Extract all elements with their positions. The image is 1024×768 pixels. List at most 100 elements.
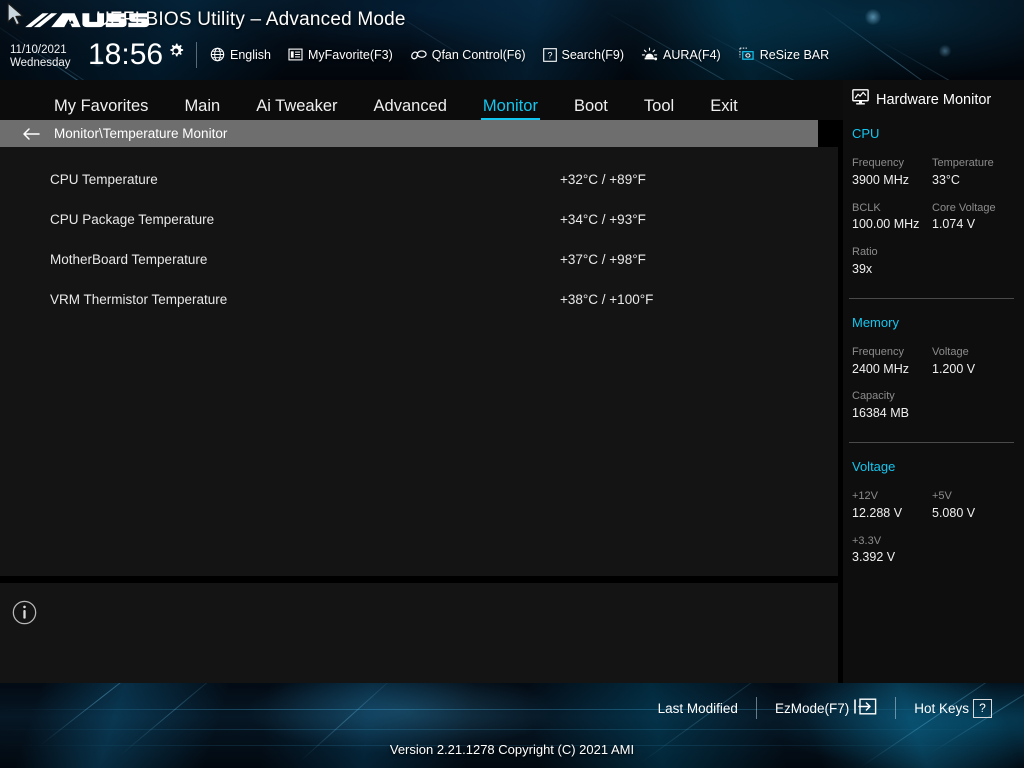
setting-value: +34°C / +93°F [560, 211, 646, 227]
aura-button[interactable]: AURA(F4) [641, 47, 721, 62]
hw-field: +12V 12.288 V [852, 489, 932, 523]
hw-field-value: 33°C [932, 172, 960, 187]
content-panel: CPU Temperature +32°C / +89°F CPU Package … [0, 147, 838, 576]
hw-field: BCLK 100.00 MHz [852, 201, 932, 235]
setting-label: MotherBoard Temperature [50, 251, 208, 267]
tab-exit[interactable]: Exit [692, 97, 756, 121]
last-modified-button[interactable]: Last Modified [640, 701, 756, 716]
hw-field-value: 12.288 V [852, 505, 903, 520]
myfavorite-label: MyFavorite(F3) [308, 47, 393, 62]
version-text: Version 2.21.1278 Copyright (C) 2021 AMI [389, 742, 635, 757]
setting-label: CPU Temperature [50, 171, 158, 187]
hw-field-key: Frequency [852, 345, 904, 358]
hw-section: Voltage +12V 12.288 V +5V 5.080 V +3.3V 3.392 … [843, 459, 1024, 567]
tab-tool[interactable]: Tool [626, 97, 692, 121]
hw-field-key: +5V [932, 489, 952, 502]
date-text: 11/10/2021 [10, 44, 67, 56]
resize-bar-label: ReSize BAR [759, 47, 830, 62]
resize-bar-icon [738, 47, 755, 62]
hw-field: Frequency 2400 MHz [852, 345, 932, 379]
hw-field: Capacity 16384 MB [852, 389, 932, 423]
hw-section-title: Memory [852, 314, 899, 330]
hw-field-row: +3.3V 3.392 V [852, 523, 1012, 568]
hw-field-value: 1.074 V [932, 217, 976, 232]
clock-text: 18:56 [88, 38, 164, 71]
hw-field-key: BCLK [852, 201, 881, 214]
tab-advanced[interactable]: Advanced [356, 97, 465, 121]
mouse-cursor [7, 2, 24, 26]
hw-section-title: Voltage [852, 458, 896, 474]
monitor-chart-icon [852, 89, 869, 110]
hw-field: Frequency 3900 MHz [852, 156, 932, 190]
hw-field: Ratio 39x [852, 245, 932, 279]
hw-field-key: Ratio [852, 246, 878, 259]
asus-logo [25, 13, 150, 28]
myfavorite-button[interactable]: MyFavorite(F3) [288, 48, 393, 62]
question-box-icon: ? [542, 47, 557, 62]
tab-boot[interactable]: Boot [556, 97, 626, 121]
aura-label: AURA(F4) [663, 47, 721, 62]
hw-field-key: Core Voltage [932, 201, 996, 214]
hardware-monitor-title: Hardware Monitor [876, 91, 992, 108]
ezmode-label: EzMode(F7) [774, 700, 850, 716]
tab-monitor[interactable]: Monitor [465, 97, 556, 121]
hotkeys-button[interactable]: Hot Keys ? [896, 698, 1010, 718]
tab-ai-tweaker[interactable]: Ai Tweaker [238, 97, 355, 121]
resize-bar-button[interactable]: ReSize BAR [738, 47, 829, 62]
hw-field-value: 5.080 V [932, 505, 976, 520]
setting-row[interactable]: CPU Temperature +32°C / +89°F [0, 159, 838, 199]
hardware-monitor-header: Hardware Monitor [843, 80, 1024, 110]
setting-row[interactable]: MotherBoard Temperature +37°C / +98°F [0, 239, 838, 279]
hw-section: Memory Frequency 2400 MHz Voltage 1.200 V Cap… [843, 315, 1024, 423]
hw-field-key: Frequency [852, 157, 904, 169]
search-label: Search(F9) [561, 47, 625, 62]
hw-field-key: +3.3V [852, 534, 882, 547]
tab-my-favorites[interactable]: My Favorites [36, 97, 166, 121]
footer-actions: Last Modified EzMode(F7) Hot Keys ? [640, 697, 1010, 719]
hw-field [932, 245, 1012, 279]
hw-field-value: 16384 MB [852, 406, 909, 421]
search-button[interactable]: ? Search(F9) [542, 47, 625, 62]
svg-text:?: ? [547, 50, 552, 60]
language-button[interactable]: English [210, 47, 271, 62]
hw-field-key: Temperature [932, 157, 994, 169]
aura-light-icon [641, 47, 658, 62]
qfan-control-button[interactable]: Qfan Control(F6) [410, 47, 526, 62]
hw-section: CPU Frequency 3900 MHz Temperature 33°C BCLK 1… [843, 126, 1024, 279]
hw-field-row: Capacity 16384 MB [852, 378, 1012, 423]
section-divider [849, 297, 1014, 299]
hardware-monitor-sidebar: Hardware Monitor CPU Frequency 3900 MHz Tem… [843, 80, 1024, 683]
question-box-icon: ? [973, 698, 992, 718]
ezmode-button[interactable]: EzMode(F7) [757, 698, 895, 718]
gear-icon[interactable] [168, 43, 184, 59]
qfan-control-label: Qfan Control(F6) [431, 47, 526, 62]
setting-row[interactable]: CPU Package Temperature +34°C / +93°F [0, 199, 838, 239]
back-arrow-icon[interactable] [22, 127, 40, 141]
hw-field [932, 534, 1012, 568]
header-toolbar: English MyFavorite(F3) Qfan Control(F6) … [210, 47, 829, 62]
hw-field-value: 39x [852, 262, 873, 277]
setting-value: +38°C / +100°F [560, 291, 654, 307]
datetime-block: 11/10/2021 Wednesday [10, 44, 71, 70]
info-icon[interactable] [12, 600, 37, 625]
panel-divider [0, 576, 838, 583]
setting-label: VRM Thermistor Temperature [50, 291, 228, 307]
hw-field-value: 100.00 MHz [852, 217, 920, 232]
hardware-monitor-sections: CPU Frequency 3900 MHz Temperature 33°C BCLK 1… [843, 126, 1024, 567]
last-modified-label: Last Modified [657, 700, 738, 716]
setting-row[interactable]: VRM Thermistor Temperature +38°C / +100°F [0, 279, 838, 319]
hw-field [932, 389, 1012, 423]
hw-field: Temperature 33°C [932, 156, 1012, 190]
hw-field-key: +12V [852, 489, 878, 502]
hw-field-value: 1.200 V [932, 361, 976, 376]
hw-field-row: +12V 12.288 V +5V 5.080 V [852, 478, 1012, 523]
section-divider [849, 441, 1014, 443]
tab-main[interactable]: Main [166, 97, 238, 121]
hotkeys-label: Hot Keys [914, 700, 969, 716]
hw-field-row: Frequency 2400 MHz Voltage 1.200 V [852, 334, 1012, 379]
hw-field: Core Voltage 1.074 V [932, 201, 1012, 235]
setting-label: CPU Package Temperature [50, 211, 215, 227]
breadcrumb[interactable]: Monitor\Temperature Monitor [0, 120, 818, 147]
exit-arrow-icon [853, 698, 877, 718]
hw-field-row: BCLK 100.00 MHz Core Voltage 1.074 V [852, 190, 1012, 235]
